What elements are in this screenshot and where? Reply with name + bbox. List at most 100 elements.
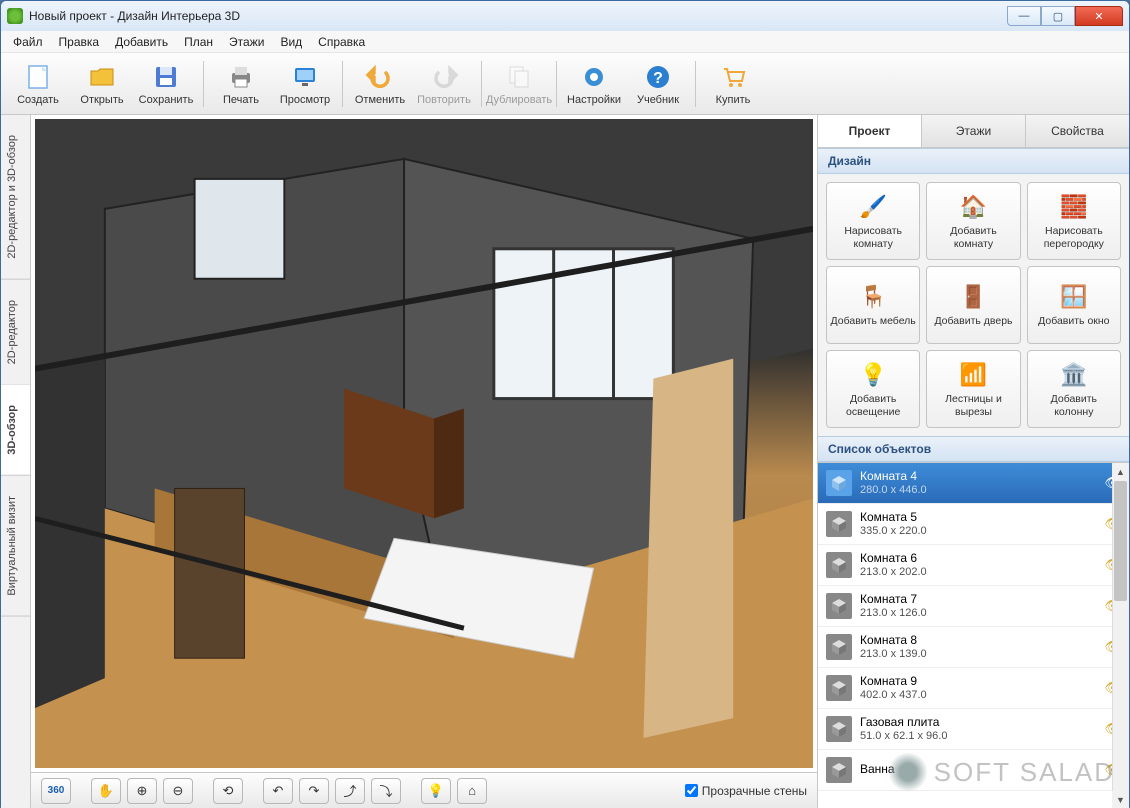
menu-вид[interactable]: Вид bbox=[274, 33, 308, 51]
scroll-thumb[interactable] bbox=[1114, 481, 1127, 601]
add-column-icon: 🏛️ bbox=[1059, 360, 1089, 390]
toolbar-label: Сохранить bbox=[139, 94, 194, 106]
transparent-walls-checkbox[interactable]: Прозрачные стены bbox=[685, 784, 807, 798]
design-label: Добавить колонну bbox=[1028, 393, 1120, 417]
object-name: Комната 4 bbox=[860, 470, 1096, 483]
add-door-button[interactable]: 🚪Добавить дверь bbox=[926, 266, 1020, 344]
left-tab-2d3d[interactable]: 2D-редактор и 3D-обзор bbox=[1, 115, 30, 280]
menu-правка[interactable]: Правка bbox=[53, 33, 106, 51]
design-label: Добавить комнату bbox=[927, 225, 1019, 249]
object-icon bbox=[826, 593, 852, 619]
object-dimensions: 402.0 x 437.0 bbox=[860, 689, 1096, 701]
object-name: Газовая плита bbox=[860, 716, 1096, 729]
add-window-button[interactable]: 🪟 Добавить окно bbox=[1027, 266, 1121, 344]
rot-up-button[interactable]: ⤴ bbox=[335, 778, 365, 804]
reset-button[interactable]: ⟲ bbox=[213, 778, 243, 804]
gear-icon bbox=[579, 62, 609, 92]
rot-right-button[interactable]: ↷ bbox=[299, 778, 329, 804]
titlebar: Новый проект - Дизайн Интерьера 3D — ▢ ✕ bbox=[1, 1, 1129, 31]
toolbar-label: Просмотр bbox=[280, 94, 330, 106]
left-tab-3d[interactable]: 3D-обзор bbox=[1, 385, 30, 476]
add-light-button[interactable]: 💡Добавить освещение bbox=[826, 350, 920, 428]
3d-viewport[interactable] bbox=[35, 119, 813, 768]
add-furniture-button[interactable]: 🪑 Добавить мебель bbox=[826, 266, 920, 344]
rot-left-button[interactable]: ↶ bbox=[263, 778, 293, 804]
window-title: Новый проект - Дизайн Интерьера 3D bbox=[29, 9, 1007, 23]
object-dimensions: 51.0 x 62.1 x 96.0 bbox=[860, 730, 1096, 742]
menu-этажи[interactable]: Этажи bbox=[223, 33, 270, 51]
object-item[interactable]: Комната 9402.0 x 437.0👁 bbox=[818, 668, 1129, 709]
menu-добавить[interactable]: Добавить bbox=[109, 33, 174, 51]
buy-button[interactable]: Купить bbox=[702, 56, 764, 112]
360-button[interactable]: 360 bbox=[41, 778, 71, 804]
add-door-icon: 🚪 bbox=[958, 282, 988, 312]
design-label: Добавить мебель bbox=[828, 315, 919, 327]
add-room-icon: 🏠 bbox=[958, 192, 988, 222]
design-label: Нарисовать перегородку bbox=[1028, 225, 1120, 249]
preview-button[interactable]: Просмотр bbox=[274, 56, 336, 112]
undo-button[interactable]: Отменить bbox=[349, 56, 411, 112]
object-item[interactable]: Комната 6213.0 x 202.0👁 bbox=[818, 545, 1129, 586]
settings-button[interactable]: Настройки bbox=[563, 56, 625, 112]
menu-файл[interactable]: Файл bbox=[7, 33, 49, 51]
object-item[interactable]: Комната 7213.0 x 126.0👁 bbox=[818, 586, 1129, 627]
object-item[interactable]: Комната 4280.0 x 446.0👁 bbox=[818, 463, 1129, 504]
object-dimensions: 335.0 x 220.0 bbox=[860, 525, 1096, 537]
object-dimensions: 213.0 x 202.0 bbox=[860, 566, 1096, 578]
new-button[interactable]: Создать bbox=[7, 56, 69, 112]
object-item[interactable]: Комната 8213.0 x 139.0👁 bbox=[818, 627, 1129, 668]
menu-план[interactable]: План bbox=[178, 33, 219, 51]
objects-section-header: Список объектов bbox=[818, 436, 1129, 462]
design-label: Добавить окно bbox=[1035, 315, 1112, 327]
object-icon bbox=[826, 634, 852, 660]
maximize-button[interactable]: ▢ bbox=[1041, 6, 1075, 26]
scroll-up-button[interactable]: ▲ bbox=[1112, 463, 1129, 480]
object-item[interactable]: Газовая плита51.0 x 62.1 x 96.0👁 bbox=[818, 709, 1129, 750]
hand-button[interactable]: ✋ bbox=[91, 778, 121, 804]
object-item[interactable]: Ванна👁 bbox=[818, 750, 1129, 791]
design-section-header: Дизайн bbox=[818, 148, 1129, 174]
minimize-button[interactable]: — bbox=[1007, 6, 1041, 26]
add-column-button[interactable]: 🏛️ Добавить колонну bbox=[1027, 350, 1121, 428]
add-room-button[interactable]: 🏠 Добавить комнату bbox=[926, 182, 1020, 260]
close-button[interactable]: ✕ bbox=[1075, 6, 1123, 26]
design-label: Нарисовать комнату bbox=[827, 225, 919, 249]
right-tabs: ПроектЭтажиСвойства bbox=[818, 115, 1129, 148]
left-tab-2d[interactable]: 2D-редактор bbox=[1, 280, 30, 385]
object-list[interactable]: Комната 4280.0 x 446.0👁Комната 5335.0 x … bbox=[818, 462, 1129, 808]
add-furniture-icon: 🪑 bbox=[858, 282, 888, 312]
draw-room-button[interactable]: 🖌️Нарисовать комнату bbox=[826, 182, 920, 260]
save-button[interactable]: Сохранить bbox=[135, 56, 197, 112]
open-button[interactable]: Открыть bbox=[71, 56, 133, 112]
scrollbar[interactable]: ▲ ▼ bbox=[1112, 463, 1129, 808]
draw-partition-button[interactable]: 🧱Нарисовать перегородку bbox=[1027, 182, 1121, 260]
add-stairs-button[interactable]: 📶Лестницы и вырезы bbox=[926, 350, 1020, 428]
right-tab-Свойства[interactable]: Свойства bbox=[1026, 115, 1129, 147]
zoom-in-button[interactable]: ⊕ bbox=[127, 778, 157, 804]
toolbar-label: Настройки bbox=[567, 94, 621, 106]
object-item[interactable]: Комната 5335.0 x 220.0👁 bbox=[818, 504, 1129, 545]
add-light-icon: 💡 bbox=[858, 360, 888, 390]
right-tab-Этажи[interactable]: Этажи bbox=[922, 115, 1026, 147]
right-panel: ПроектЭтажиСвойства Дизайн 🖌️Нарисовать … bbox=[817, 115, 1129, 808]
light-button[interactable]: 💡 bbox=[421, 778, 451, 804]
object-dimensions: 280.0 x 446.0 bbox=[860, 484, 1096, 496]
toolbar-label: Печать bbox=[223, 94, 259, 106]
toolbar-label: Учебник bbox=[637, 94, 679, 106]
print-button[interactable]: Печать bbox=[210, 56, 272, 112]
file-icon bbox=[23, 62, 53, 92]
object-name: Ванна bbox=[860, 763, 1096, 776]
copy-icon bbox=[504, 62, 534, 92]
design-label: Лестницы и вырезы bbox=[927, 393, 1019, 417]
object-icon bbox=[826, 470, 852, 496]
left-tab-virtual[interactable]: Виртуальный визит bbox=[1, 476, 30, 617]
add-window-icon: 🪟 bbox=[1059, 282, 1089, 312]
home-button[interactable]: ⌂ bbox=[457, 778, 487, 804]
toolbar-label: Открыть bbox=[80, 94, 123, 106]
right-tab-Проект[interactable]: Проект bbox=[818, 115, 922, 147]
tutorial-button[interactable]: ?Учебник bbox=[627, 56, 689, 112]
scroll-down-button[interactable]: ▼ bbox=[1112, 791, 1129, 808]
menu-справка[interactable]: Справка bbox=[312, 33, 371, 51]
rot-down-button[interactable]: ⤵ bbox=[371, 778, 401, 804]
zoom-out-button[interactable]: ⊖ bbox=[163, 778, 193, 804]
